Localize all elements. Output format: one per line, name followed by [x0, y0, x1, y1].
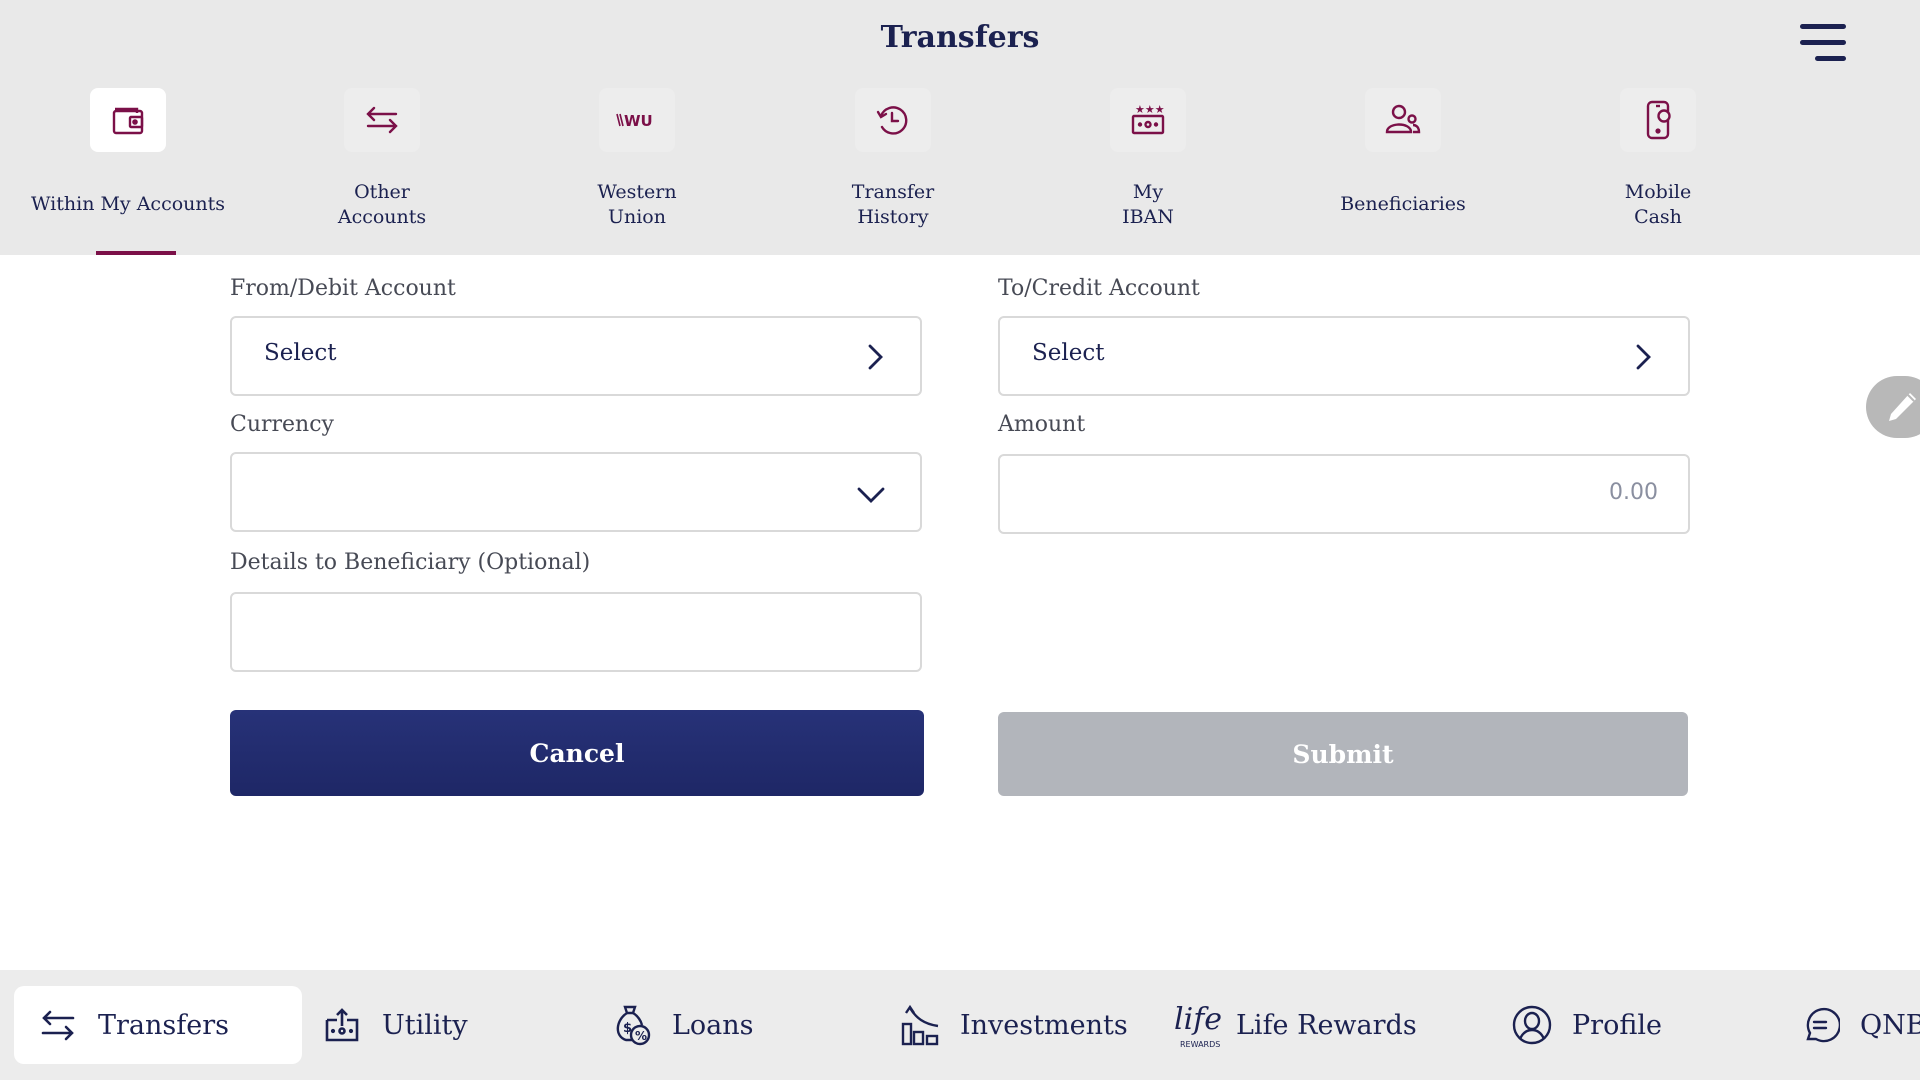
svg-text:%: %: [635, 1029, 647, 1043]
western-union-logo-icon: WU: [599, 88, 675, 152]
nav-label: Investments: [960, 1009, 1128, 1041]
tab-label: Mobile Cash: [1624, 181, 1692, 228]
pencil-icon: [1889, 393, 1916, 421]
tab-western-union[interactable]: WU Western Union: [527, 88, 747, 255]
svg-text:life: life: [1174, 1002, 1222, 1037]
submit-button[interactable]: Submit: [998, 712, 1688, 796]
amount-placeholder: 0.00: [1609, 480, 1658, 505]
header: Transfers Within My Accounts Other Accou…: [0, 0, 1920, 255]
nav-profile[interactable]: Profile: [1510, 986, 1662, 1064]
tab-label: Transfer History: [851, 181, 935, 228]
tab-label: Western Union: [597, 181, 677, 228]
life-rewards-logo-icon: life REWARDS: [1170, 999, 1228, 1051]
cancel-button[interactable]: Cancel: [230, 710, 924, 796]
users-icon: [1365, 88, 1441, 152]
nav-investments[interactable]: Investments: [898, 986, 1128, 1064]
tab-mobile-cash[interactable]: Mobile Cash: [1548, 88, 1768, 255]
tab-label: Other Accounts: [337, 181, 427, 228]
amount-label: Amount: [998, 412, 1086, 437]
chevron-right-icon: [1636, 344, 1651, 370]
tab-within-my-accounts[interactable]: Within My Accounts: [18, 88, 238, 255]
growth-chart-icon: [898, 1003, 942, 1047]
money-bag-icon: $ %: [610, 1003, 654, 1047]
svg-text:★★★: ★★★: [1135, 103, 1165, 116]
nav-label: Profile: [1572, 1009, 1662, 1041]
mobile-cash-icon: [1620, 88, 1696, 152]
nav-label: Transfers: [98, 1009, 229, 1041]
svg-text:REWARDS: REWARDS: [1180, 1040, 1220, 1049]
wallet-icon: [90, 88, 166, 152]
page-title: Transfers: [880, 20, 1040, 55]
nav-label: Utility: [382, 1009, 468, 1041]
profile-icon: [1510, 1003, 1554, 1047]
tab-label: Within My Accounts: [30, 193, 226, 215]
hamburger-menu-icon[interactable]: [1794, 20, 1846, 64]
edit-fab-button[interactable]: [1866, 376, 1920, 438]
tab-other-accounts[interactable]: Other Accounts: [272, 88, 492, 255]
from-account-label: From/Debit Account: [230, 276, 456, 301]
amount-input[interactable]: 0.00: [998, 454, 1690, 534]
nav-utility[interactable]: Utility: [320, 986, 468, 1064]
svg-text:WU: WU: [624, 112, 653, 130]
chevron-down-icon: [857, 487, 885, 503]
to-account-select[interactable]: Select: [998, 316, 1690, 396]
chevron-right-icon: [868, 344, 883, 370]
utility-bill-icon: [320, 1003, 364, 1047]
history-clock-icon: [855, 88, 931, 152]
currency-label: Currency: [230, 412, 334, 437]
currency-dropdown[interactable]: [230, 452, 922, 532]
to-account-label: To/Credit Account: [998, 276, 1200, 301]
swap-arrows-icon: [344, 88, 420, 152]
from-account-value: Select: [264, 340, 337, 366]
active-tab-indicator: [96, 251, 176, 255]
tab-label: My IBAN: [1122, 181, 1174, 228]
chat-icon: [1798, 1003, 1842, 1047]
nav-label: Loans: [672, 1009, 754, 1041]
nav-label: QNB: [1860, 1009, 1920, 1041]
tab-beneficiaries[interactable]: Beneficiaries: [1293, 88, 1513, 255]
tab-transfer-history[interactable]: Transfer History: [783, 88, 1003, 255]
nav-life-rewards[interactable]: life REWARDS Life Rewards: [1170, 986, 1417, 1064]
nav-loans[interactable]: $ % Loans: [610, 986, 754, 1064]
nav-qnb-chat[interactable]: QNB: [1798, 986, 1920, 1064]
nav-label: Life Rewards: [1236, 1009, 1417, 1041]
transfer-type-tabs: Within My Accounts Other Accounts WU Wes…: [0, 88, 1920, 255]
tab-label: Beneficiaries: [1340, 193, 1466, 215]
from-account-select[interactable]: Select: [230, 316, 922, 396]
nav-transfers[interactable]: Transfers: [14, 986, 302, 1064]
details-label: Details to Beneficiary (Optional): [230, 550, 591, 575]
swap-arrows-icon: [36, 1003, 80, 1047]
to-account-value: Select: [1032, 340, 1105, 366]
bottom-navigation: Transfers Utility $ % Loans Investments …: [0, 970, 1920, 1080]
iban-card-icon: ★★★: [1110, 88, 1186, 152]
tab-my-iban[interactable]: ★★★ My IBAN: [1038, 88, 1258, 255]
details-input[interactable]: [230, 592, 922, 672]
